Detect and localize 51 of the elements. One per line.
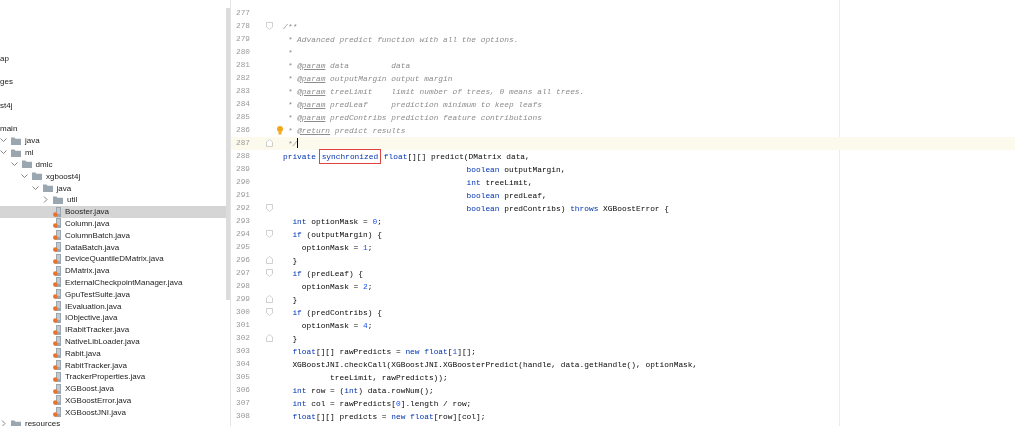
tree-row[interactable]: resources bbox=[0, 418, 230, 426]
scrollbar[interactable] bbox=[226, 8, 230, 300]
fold-marker-icon[interactable] bbox=[266, 139, 273, 147]
chevron-right-icon[interactable] bbox=[42, 196, 49, 204]
chevron-down-icon[interactable] bbox=[0, 150, 7, 156]
tree-row[interactable]: XGBoost.java bbox=[0, 382, 230, 395]
tree-item[interactable]: main bbox=[0, 123, 18, 136]
fold-marker-icon[interactable] bbox=[266, 334, 273, 342]
tree-row[interactable]: IRabitTracker.java bbox=[0, 323, 230, 336]
tree-row[interactable]: XGBoostError.java bbox=[0, 394, 230, 407]
lightbulb-icon[interactable] bbox=[277, 125, 283, 135]
tree-row[interactable]: ColumnBatch.java bbox=[0, 229, 230, 242]
folder-icon bbox=[32, 172, 42, 181]
text-caret bbox=[297, 138, 299, 148]
tree-row[interactable]: ExternalCheckpointManager.java bbox=[0, 276, 230, 289]
tree-row[interactable]: ml bbox=[0, 146, 230, 159]
chevron-right-icon[interactable] bbox=[0, 420, 7, 426]
fold-marker-icon[interactable] bbox=[266, 22, 273, 30]
fold-marker-icon[interactable] bbox=[266, 230, 273, 238]
chevron-down-icon[interactable] bbox=[0, 138, 7, 144]
tree-row[interactable]: java bbox=[0, 134, 230, 147]
fold-marker-icon[interactable] bbox=[266, 269, 273, 277]
tree-row[interactable]: NativeLibLoader.java bbox=[0, 335, 230, 348]
tree-row[interactable]: DeviceQuantileDMatrix.java bbox=[0, 252, 230, 265]
folder-icon bbox=[11, 420, 21, 426]
tree-item[interactable]: ges bbox=[0, 76, 13, 89]
tree-row[interactable]: RabitTracker.java bbox=[0, 359, 230, 371]
tree-row[interactable]: IObjective.java bbox=[0, 311, 230, 324]
tree-row[interactable]: Rabit.java bbox=[0, 347, 230, 360]
chevron-down-icon[interactable] bbox=[31, 185, 39, 191]
tree-row[interactable]: IEvaluation.java bbox=[0, 300, 230, 312]
tree-row[interactable]: TrackerProperties.java bbox=[0, 370, 230, 383]
fold-marker-icon[interactable] bbox=[266, 308, 273, 316]
chevron-down-icon[interactable] bbox=[21, 173, 28, 179]
folder-icon bbox=[21, 160, 32, 169]
tree-item[interactable]: st4j bbox=[0, 99, 13, 112]
folder-icon bbox=[42, 184, 53, 193]
tree-row[interactable]: DMatrix.java bbox=[0, 264, 230, 277]
tree-row[interactable]: GpuTestSuite.java bbox=[0, 288, 230, 301]
tree-row[interactable]: java bbox=[0, 182, 230, 194]
tree-item[interactable]: ap bbox=[0, 53, 9, 65]
fold-marker-icon[interactable] bbox=[266, 256, 273, 264]
tree-row[interactable]: dmlc bbox=[0, 158, 230, 171]
tree-row[interactable]: util bbox=[0, 193, 230, 206]
tree-row[interactable]: XGBoostJNI.java bbox=[0, 406, 230, 419]
fold-marker-icon[interactable] bbox=[266, 295, 273, 303]
tree-row[interactable]: DataBatch.java bbox=[0, 241, 230, 253]
tree-row[interactable]: xgboost4j bbox=[0, 170, 230, 183]
tree-row[interactable]: Column.java bbox=[0, 217, 230, 230]
fold-marker-icon[interactable] bbox=[266, 204, 273, 212]
chevron-down-icon[interactable] bbox=[10, 161, 18, 167]
